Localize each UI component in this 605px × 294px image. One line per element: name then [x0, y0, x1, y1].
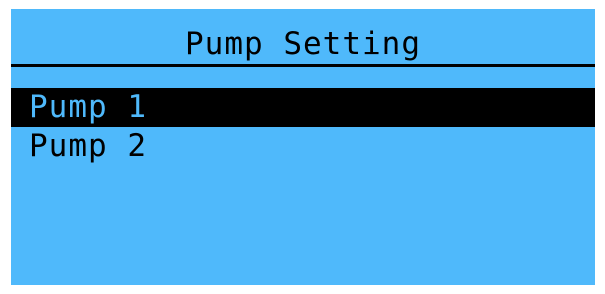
title-divider: [11, 64, 595, 67]
lcd-screen: Pump Setting Pump 1 Pump 2: [11, 9, 595, 285]
menu-item-pump-1[interactable]: Pump 1: [11, 88, 595, 127]
screen-title: Pump Setting: [185, 26, 421, 62]
menu-item-pump-2[interactable]: Pump 2: [11, 127, 595, 166]
